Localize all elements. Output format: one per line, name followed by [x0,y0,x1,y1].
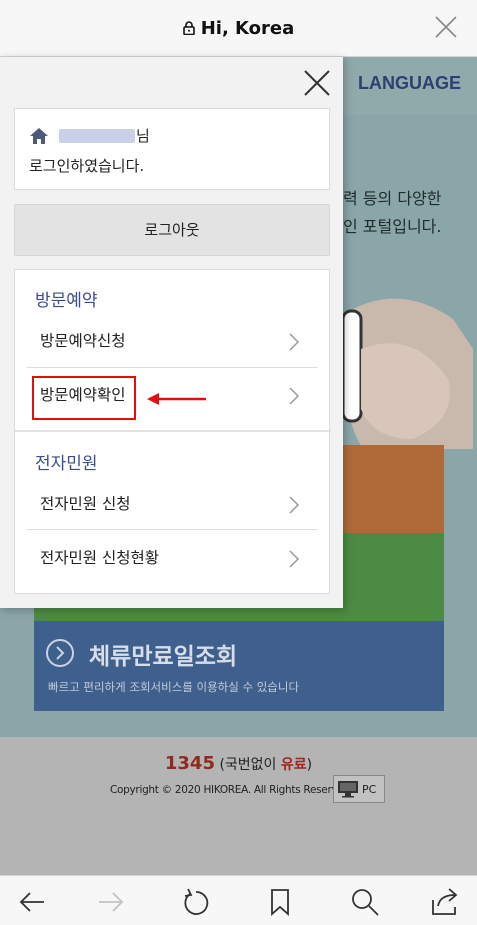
stay-expiry-subtitle: 빠르고 편리하게 조회서비스를 이용하실 수 있습니다 [48,680,300,694]
side-drawer: 님 로그인하였습니다. 로그아웃 방문예약 방문예약신청 방문예약확인 전자민원… [0,57,343,608]
chevron-right-icon [289,550,300,568]
drawer-close-icon[interactable] [303,69,331,97]
hero-hand-image [343,289,473,449]
highlight-box [32,376,136,420]
browser-top-bar: Hi, Korea [0,0,477,57]
section-title-visit: 방문예약 [35,291,98,311]
user-info-card: 님 로그인하였습니다. [14,108,330,190]
home-icon [30,128,48,144]
hero-line-1: 력 등의 다양한 [343,189,442,208]
masked-username [59,129,135,143]
pc-label: PC [362,783,377,796]
menu-item-visit-apply[interactable]: 방문예약신청 [27,314,318,366]
search-icon[interactable] [350,888,380,916]
menu-item-eminwon-status[interactable]: 전자민원 신청현황 [27,531,318,583]
phone-paid-label: 유료 [280,757,307,773]
logout-button[interactable]: 로그아웃 [14,204,330,256]
copyright-text: Copyright © 2020 HIKOREA. All Rights Res… [110,784,353,796]
section-title-eminwon: 전자민원 [35,454,98,474]
phone-suffix-post: ) [306,757,313,773]
phone-number[interactable]: 1345 [165,753,215,774]
chevron-right-icon [289,333,300,351]
reload-icon[interactable] [181,888,211,916]
stay-expiry-banner[interactable]: 체류만료일조회 빠르고 편리하게 조회서비스를 이용하실 수 있습니다 [34,621,444,711]
lock-icon [182,21,195,35]
bookmark-icon[interactable] [266,888,296,916]
share-icon[interactable] [430,888,460,916]
phone-suffix-pre: (국번없이 [219,757,281,773]
hero-text: 력 등의 다양한 인 포털입니다. [343,185,442,241]
forward-arrow-icon[interactable] [96,888,126,916]
browser-bottom-bar [0,875,477,925]
browser-title-text: Hi, Korea [200,18,295,39]
chevron-right-circle-icon [46,639,74,667]
stay-expiry-title: 체류만료일조회 [89,644,238,670]
close-icon[interactable] [433,14,459,40]
monitor-icon [338,781,358,798]
user-suffix: 님 [136,127,150,145]
menu-card: 방문예약 방문예약신청 방문예약확인 전자민원 전자민원 신청 전자민원 신청현… [14,269,331,594]
menu-item-label: 전자민원 신청현황 [40,549,160,567]
chevron-right-icon [289,496,300,514]
pc-version-button[interactable]: PC [333,775,385,803]
browser-title: Hi, Korea [0,18,477,39]
login-message: 로그인하였습니다. [29,157,145,175]
language-link[interactable]: LANGUAGE [358,73,461,94]
annotation-arrow-icon [147,393,206,405]
site-footer: 1345 (국번없이 유료) Copyright © 2020 HIKOREA.… [0,737,477,875]
phone-info: 1345 (국번없이 유료) [0,753,477,774]
back-arrow-icon[interactable] [17,888,47,916]
menu-item-eminwon-apply[interactable]: 전자민원 신청 [27,477,318,529]
section-divider [15,430,331,432]
menu-item-label: 전자민원 신청 [40,495,131,513]
chevron-right-icon [289,387,300,405]
menu-divider [27,529,318,530]
menu-item-label: 방문예약신청 [40,332,126,350]
hero-line-2: 인 포털입니다. [343,217,442,236]
